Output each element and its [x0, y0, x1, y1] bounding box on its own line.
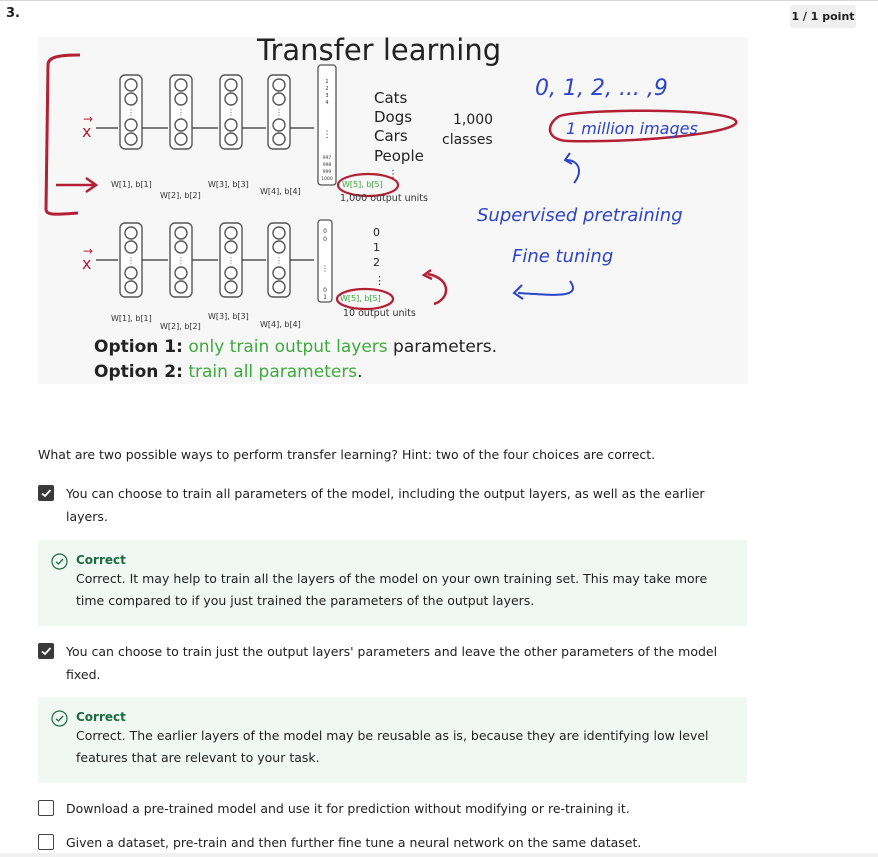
checkbox-unchecked[interactable]	[38, 834, 54, 850]
checkmark-icon	[41, 647, 52, 656]
top-divider	[0, 0, 878, 1]
svg-text:3: 3	[325, 93, 328, 99]
digits-annotation: 0, 1, 2, ... ,9	[535, 76, 668, 101]
figure-title: Transfer learning	[256, 37, 501, 67]
top-weight-4: W[4], b[4]	[260, 187, 301, 196]
top-weight-1: W[1], b[1]	[111, 180, 152, 189]
feedback-text: Correct. It may help to train all the la…	[76, 571, 708, 608]
question-text: What are two possible ways to perform tr…	[38, 447, 656, 462]
option-2-line: Option 2: train all parameters.	[94, 362, 363, 382]
svg-text:1: 1	[323, 294, 327, 301]
fine-tuning-annotation: Fine tuning	[512, 246, 613, 267]
svg-text:⋮: ⋮	[323, 130, 332, 140]
checkbox-unchecked[interactable]	[38, 800, 54, 816]
bottom-digit-0: 0	[373, 226, 380, 239]
top-weight-2: W[2], b[2]	[160, 191, 201, 200]
answer-option-label: Given a dataset, pre-train and then furt…	[66, 835, 642, 850]
bottom-output-units: 10 output units	[343, 308, 416, 319]
fine-tuning-arrow	[512, 280, 574, 300]
feedback-correct-1: Correct Correct. It may help to train al…	[38, 540, 747, 626]
top-class-cats: Cats	[374, 89, 408, 107]
top-weight-5: W[5], b[5]	[342, 180, 383, 189]
bottom-digit-more: ⋮	[374, 274, 385, 287]
bottom-weight-1: W[1], b[1]	[111, 314, 152, 323]
check-circle-icon	[51, 553, 68, 570]
answer-option-label: You can choose to train all parameters o…	[66, 486, 705, 524]
top-class-dogs: Dogs	[374, 108, 412, 126]
checkmark-icon	[41, 489, 52, 498]
answer-option-label: You can choose to train just the output …	[66, 644, 718, 682]
class-count-unit: classes	[442, 132, 493, 148]
transfer-learning-figure: ⋮ Transfer learning x → 1 2 3 4 ⋮ 997 99…	[38, 37, 748, 384]
svg-text:1: 1	[325, 79, 328, 85]
question-number: 3.	[6, 6, 20, 21]
svg-text:→: →	[83, 244, 93, 258]
pretraining-arrow	[563, 152, 580, 184]
answer-option-1[interactable]: You can choose to train all parameters o…	[38, 482, 738, 528]
answer-option-3[interactable]: Download a pre-trained model and use it …	[38, 797, 738, 820]
svg-text:4: 4	[325, 100, 328, 106]
bottom-divider	[0, 853, 878, 857]
top-class-cars: Cars	[374, 127, 408, 145]
feedback-title: Correct	[76, 710, 126, 724]
red-bracket-annotation	[44, 53, 81, 216]
check-circle-icon	[51, 710, 68, 727]
bottom-weight-2: W[2], b[2]	[160, 322, 201, 331]
feedback-correct-2: Correct Correct. The earlier layers of t…	[38, 697, 747, 783]
svg-text:→: →	[83, 112, 93, 126]
answer-option-4[interactable]: Given a dataset, pre-train and then furt…	[38, 831, 738, 854]
million-images-annotation: 1 million images	[566, 119, 698, 138]
bottom-weight-4: W[4], b[4]	[260, 320, 301, 329]
red-arrow-annotation	[56, 176, 99, 194]
top-output-units: 1,000 output units	[340, 193, 428, 204]
top-network: x → 1 2 3 4 ⋮ 997 998 999 1000	[82, 64, 337, 186]
bottom-digit-2: 2	[373, 256, 380, 269]
option-1-line: Option 1: only train output layers param…	[94, 337, 497, 357]
svg-text:997: 997	[323, 155, 332, 161]
bottom-weight-5: W[5], b[5]	[340, 294, 381, 303]
checkbox-checked[interactable]	[38, 485, 54, 501]
bottom-digit-1: 1	[373, 241, 380, 254]
svg-text:998: 998	[323, 162, 332, 168]
answer-option-label: Download a pre-trained model and use it …	[66, 801, 630, 816]
feedback-text: Correct. The earlier layers of the model…	[76, 728, 709, 765]
svg-text:999: 999	[323, 169, 332, 175]
top-class-people: People	[374, 147, 424, 165]
checkbox-checked[interactable]	[38, 643, 54, 659]
red-curved-arrow	[421, 268, 448, 306]
class-count: 1,000	[453, 112, 493, 128]
answer-option-2[interactable]: You can choose to train just the output …	[38, 640, 738, 686]
bottom-weight-3: W[3], b[3]	[208, 312, 249, 321]
svg-text:1000: 1000	[321, 176, 333, 182]
svg-text:0: 0	[323, 228, 327, 235]
bottom-network: x → 0 0 ⋮ 0 1	[82, 219, 333, 303]
supervised-pretraining-annotation: Supervised pretraining	[477, 205, 683, 226]
top-weight-3: W[3], b[3]	[208, 180, 249, 189]
svg-text:0: 0	[323, 236, 327, 243]
feedback-title: Correct	[76, 553, 126, 567]
svg-text:0: 0	[323, 287, 327, 294]
svg-text:2: 2	[325, 86, 328, 92]
svg-text:⋮: ⋮	[321, 264, 329, 273]
points-badge: 1 / 1 point	[790, 5, 856, 28]
